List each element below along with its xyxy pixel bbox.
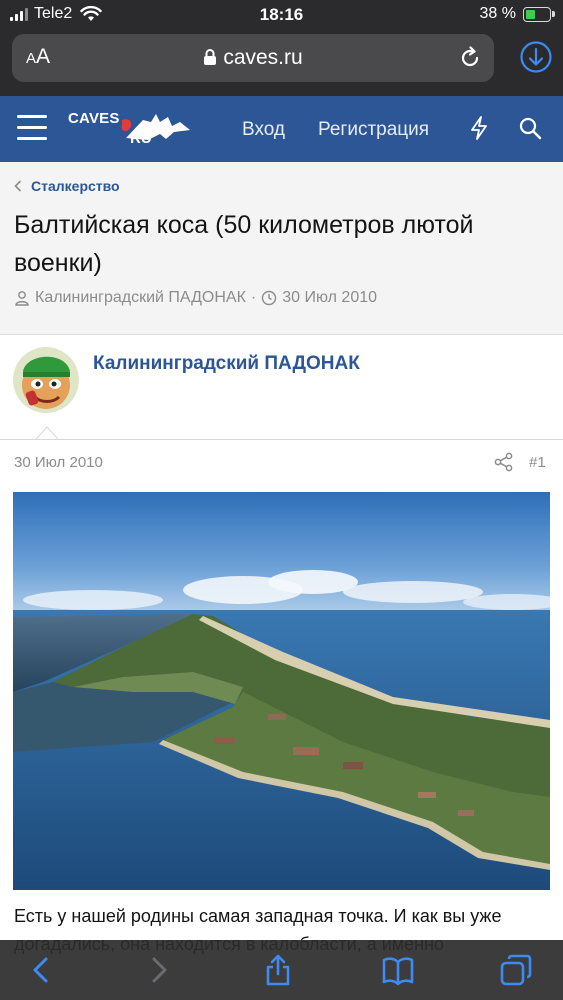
- message-pointer: [36, 426, 58, 439]
- lock-icon: [204, 49, 217, 65]
- login-link[interactable]: Вход: [242, 119, 285, 141]
- logo-text: CAVES: [68, 110, 120, 127]
- menu-icon[interactable]: [17, 115, 47, 143]
- thread-author[interactable]: Калининградский ПАДОНАК: [35, 289, 246, 307]
- spit-aerial-photo: [13, 492, 550, 890]
- breadcrumb[interactable]: Сталкерство: [14, 178, 120, 194]
- reload-icon[interactable]: [458, 46, 482, 70]
- page-title: Балтийская коса (50 километров лютой вое…: [14, 211, 474, 277]
- logo-domain-text: RU: [130, 130, 152, 147]
- bookmarks-icon[interactable]: [382, 954, 414, 986]
- register-link[interactable]: Регистрация: [318, 119, 429, 141]
- post-date[interactable]: 30 Июл 2010: [14, 454, 103, 471]
- forward-icon[interactable]: [142, 954, 174, 986]
- address-bar[interactable]: AA caves.ru: [12, 34, 494, 82]
- post-author-name[interactable]: Калининградский ПАДОНАК: [93, 353, 360, 375]
- chevron-left-icon: [14, 180, 22, 192]
- site-header: CAVES RU Вход Регистрация: [0, 96, 563, 162]
- post-image[interactable]: [13, 492, 550, 890]
- post-meta: 30 Июл 2010 #1: [0, 440, 563, 484]
- status-bar: Tele2 18:16 38 %: [0, 0, 563, 30]
- post-number[interactable]: #1: [529, 454, 546, 471]
- search-icon[interactable]: [518, 116, 542, 140]
- thread-meta: Калининградский ПАДОНАК · 30 Июл 2010: [14, 289, 377, 307]
- site-logo[interactable]: CAVES RU: [68, 108, 193, 150]
- tabs-icon[interactable]: [500, 954, 532, 986]
- url-text: caves.ru: [223, 46, 303, 69]
- share-sheet-icon[interactable]: [262, 954, 294, 986]
- browser-chrome: Tele2 18:16 38 % AA caves.ru: [0, 0, 563, 96]
- post-author-block: Калининградский ПАДОНАК: [0, 335, 563, 440]
- download-icon[interactable]: [519, 40, 553, 74]
- back-icon[interactable]: [26, 954, 58, 986]
- battery-icon: [523, 6, 555, 22]
- browser-toolbar: [0, 940, 563, 1000]
- breadcrumb-label[interactable]: Сталкерство: [31, 178, 120, 194]
- avatar[interactable]: [13, 347, 79, 413]
- thread-date[interactable]: 30 Июл 2010: [282, 289, 377, 307]
- clock-icon: [262, 290, 277, 306]
- share-icon[interactable]: [494, 452, 514, 472]
- user-icon: [15, 291, 29, 306]
- meta-separator: ·: [250, 289, 257, 306]
- thread-header: Сталкерство Балтийская коса (50 километр…: [0, 162, 563, 335]
- battery-percent: 38 %: [479, 5, 516, 22]
- whats-new-icon[interactable]: [468, 115, 490, 141]
